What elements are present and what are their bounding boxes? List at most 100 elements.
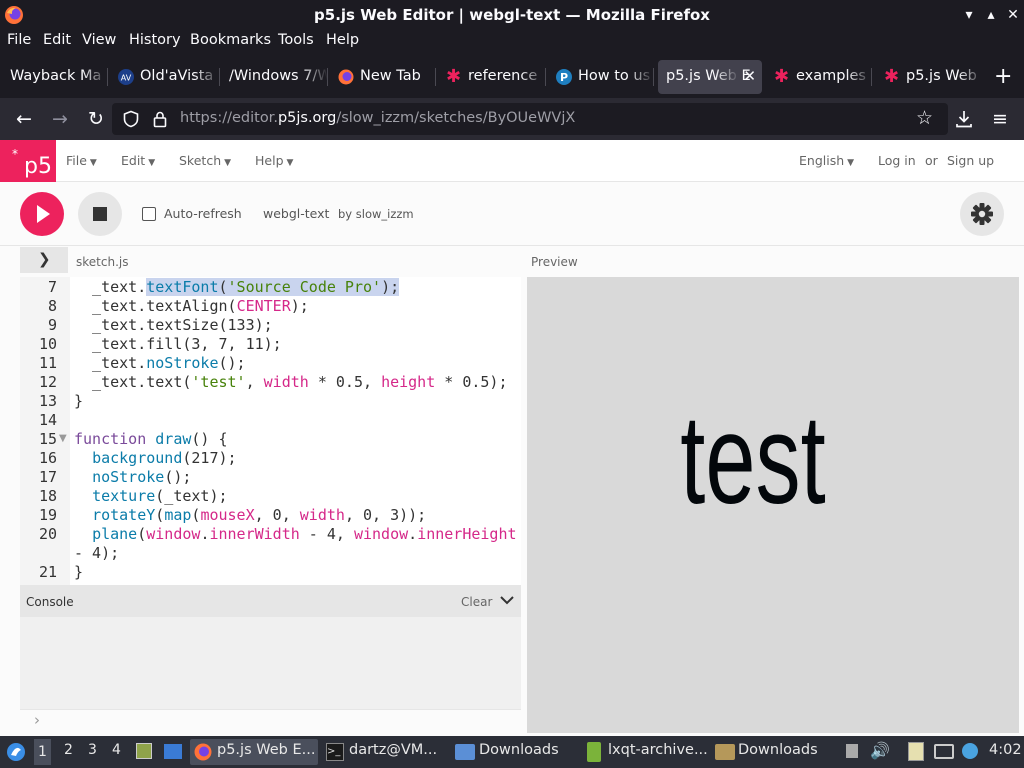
sketch-name[interactable]: webgl-text: [263, 206, 329, 221]
sketch-toolbar: Auto-refresh webgl-text by slow_izzm: [0, 182, 1024, 246]
line-number: 14: [38, 411, 57, 429]
volume-icon[interactable]: 🔊: [870, 741, 890, 760]
auto-refresh-label: Auto-refresh: [164, 206, 242, 221]
p5-menu-sketch[interactable]: Sketch ▼: [179, 153, 231, 168]
menu-bookmarks[interactable]: Bookmarks: [190, 32, 271, 48]
terminal-icon: >_: [326, 743, 344, 761]
stop-button[interactable]: [78, 192, 122, 236]
network-icon[interactable]: [934, 744, 954, 759]
tab-how-to-use[interactable]: P How to us: [546, 60, 654, 94]
bookmark-star-icon[interactable]: ☆: [916, 107, 933, 129]
window-title: p5.js Web Editor | webgl-text — Mozilla …: [314, 6, 710, 24]
back-button[interactable]: ←: [12, 107, 36, 131]
tab-windows7[interactable]: /Windows 7/W: [220, 60, 328, 94]
play-icon: [37, 205, 50, 223]
chevron-right-icon: ❯: [38, 250, 51, 268]
hamburger-menu-icon[interactable]: ≡: [988, 107, 1012, 131]
tab-reference[interactable]: ✱ reference: [436, 60, 546, 94]
url-text[interactable]: https://editor.p5js.org/slow_izzm/sketch…: [180, 110, 575, 126]
code-line[interactable]: _text.noStroke();: [74, 354, 246, 372]
tab-p5-web-editor-active[interactable]: p5.js Web E ✕: [658, 60, 762, 94]
menu-file[interactable]: File: [7, 32, 31, 48]
bluetooth-icon[interactable]: [962, 743, 978, 759]
code-line[interactable]: function draw() {: [74, 430, 228, 448]
taskbar-app-archiver[interactable]: lxqt-archive...: [584, 739, 708, 765]
clipboard-icon[interactable]: [908, 742, 924, 761]
workspace-4[interactable]: 4: [112, 742, 121, 758]
console-input[interactable]: ›: [20, 709, 521, 733]
taskbar-app-downloads[interactable]: Downloads: [452, 739, 580, 765]
code-line[interactable]: background(217);: [74, 449, 237, 467]
downloads-icon[interactable]: [955, 109, 973, 129]
p5-logo[interactable]: p5 *: [0, 140, 56, 182]
processing-icon: P: [556, 69, 572, 85]
tab-new-tab[interactable]: New Tab: [328, 60, 436, 94]
p5-menu-help[interactable]: Help ▼: [255, 153, 293, 168]
sidebar-toggle-button[interactable]: ❯: [20, 247, 68, 273]
p5-menu-edit[interactable]: Edit ▼: [121, 153, 155, 168]
start-menu-icon[interactable]: [6, 742, 26, 762]
code-line[interactable]: plane(window.innerWidth - 4, window.inne…: [74, 525, 516, 543]
taskbar-app-downloads-2[interactable]: Downloads: [712, 739, 836, 765]
lock-icon[interactable]: [152, 110, 168, 128]
language-dropdown[interactable]: English ▼: [799, 153, 854, 168]
taskbar-app-firefox[interactable]: p5.js Web E...: [190, 739, 318, 765]
fold-arrow-icon[interactable]: ▼: [59, 433, 67, 444]
tab-oldavista[interactable]: AV Old'aVista: [108, 60, 220, 94]
code-line[interactable]: _text.text('test', width * 0.5, height *…: [74, 373, 507, 391]
line-number: 17: [38, 468, 57, 486]
tab-examples[interactable]: ✱ examples: [764, 60, 872, 94]
tab-wayback[interactable]: Wayback Ma: [0, 60, 108, 94]
code-line[interactable]: _text.fill(3, 7, 11);: [74, 335, 282, 353]
workspace-3[interactable]: 3: [88, 742, 97, 758]
line-number: 9: [47, 316, 57, 334]
code-line[interactable]: - 4);: [74, 544, 119, 562]
sketch-preview-canvas[interactable]: test: [527, 277, 1019, 733]
code-editor[interactable]: 7 8 9 10 11 12 13 14 15 ▼ 16 17 18 19 20…: [20, 277, 521, 585]
tab-close-icon[interactable]: ✕: [743, 67, 756, 85]
tab-p5-web-2[interactable]: ✱ p5.js Web: [874, 60, 984, 94]
workspace-2[interactable]: 2: [64, 742, 73, 758]
p5-menu-file[interactable]: File ▼: [66, 153, 97, 168]
console-clear-button[interactable]: Clear: [461, 595, 492, 609]
code-line[interactable]: texture(_text);: [74, 487, 227, 505]
chevron-down-icon[interactable]: [499, 594, 515, 606]
menu-help[interactable]: Help: [326, 32, 359, 48]
menu-history[interactable]: History: [129, 32, 181, 48]
settings-button[interactable]: [960, 192, 1004, 236]
battery-icon[interactable]: [846, 744, 858, 758]
desktop-icon[interactable]: [164, 744, 182, 759]
code-line[interactable]: _text.textAlign(CENTER);: [74, 297, 309, 315]
console-prompt-icon: ›: [34, 711, 40, 729]
code-line[interactable]: noStroke();: [74, 468, 191, 486]
play-button[interactable]: [20, 192, 64, 236]
auto-refresh-checkbox[interactable]: [142, 207, 156, 221]
shield-icon[interactable]: [122, 110, 140, 128]
menu-tools[interactable]: Tools: [278, 32, 314, 48]
code-line[interactable]: _text.textFont('Source Code Pro');: [74, 278, 400, 296]
line-number: 12: [38, 373, 57, 391]
p5-asterisk-icon: ✱: [884, 66, 900, 87]
menu-edit[interactable]: Edit: [43, 32, 71, 48]
console-header: Console Clear: [20, 585, 521, 617]
clock[interactable]: 4:02: [989, 742, 1022, 758]
signup-link[interactable]: Sign up: [947, 153, 994, 168]
close-icon[interactable]: ✕: [1004, 6, 1022, 24]
window-titlebar: p5.js Web Editor | webgl-text — Mozilla …: [0, 0, 1024, 30]
workspace-1[interactable]: 1: [34, 739, 51, 765]
code-line[interactable]: _text.textSize(133);: [74, 316, 273, 334]
minimize-icon[interactable]: ▾: [960, 6, 978, 24]
taskbar-app-terminal[interactable]: >_ dartz@VM...: [322, 739, 446, 765]
code-line[interactable]: }: [74, 392, 83, 410]
login-link[interactable]: Log in: [878, 153, 916, 168]
menu-view[interactable]: View: [82, 32, 116, 48]
forward-button[interactable]: →: [48, 107, 72, 131]
new-tab-button[interactable]: +: [994, 64, 1012, 89]
reload-button[interactable]: ↻: [84, 107, 108, 131]
gear-icon: [971, 203, 993, 225]
code-line[interactable]: }: [74, 563, 83, 581]
code-line[interactable]: rotateY(map(mouseX, 0, width, 0, 3));: [74, 506, 426, 524]
url-bar[interactable]: https://editor.p5js.org/slow_izzm/sketch…: [112, 103, 948, 135]
files-icon[interactable]: [136, 743, 152, 759]
maximize-icon[interactable]: ▴: [982, 6, 1000, 24]
